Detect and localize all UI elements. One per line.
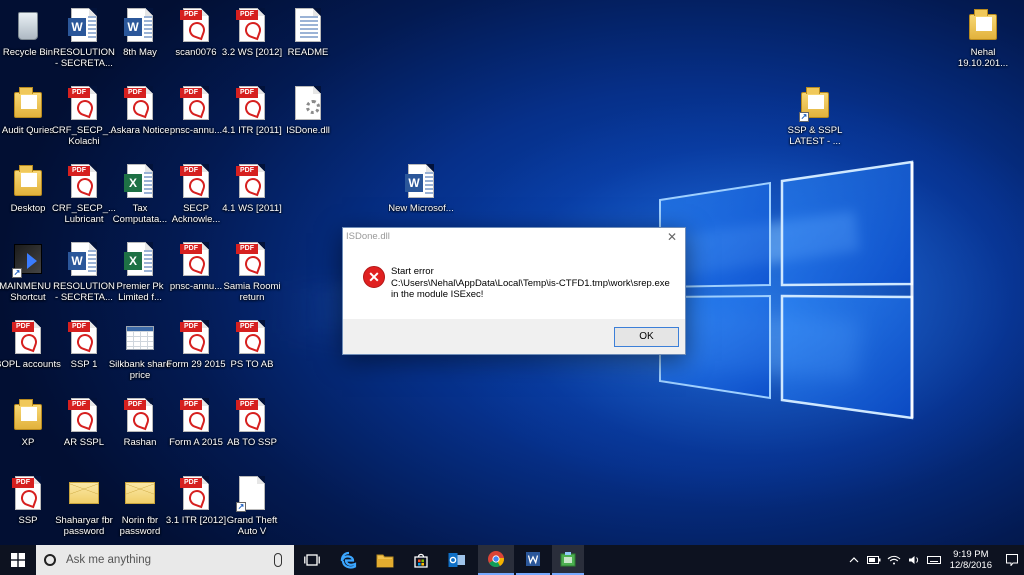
taskbar-app-outlook[interactable] [440,545,474,575]
excel-icon: X [124,174,142,192]
chrome-icon [488,551,504,568]
pdf-icon: PDF [236,10,258,20]
pdf-icon: PDF [124,400,146,410]
desktop-icon-ssp-sspl-latest[interactable]: ↗ SSP & SSPL LATEST - ... [782,82,848,156]
pdf-icon: PDF [180,88,202,98]
taskbar-app-word[interactable] [516,545,550,575]
pdf-icon: PDF [68,166,90,176]
start-button[interactable] [0,545,36,575]
dialog-footer: OK [343,319,685,354]
word-icon: W [405,174,423,192]
message-line: Start error [391,266,434,277]
shortcut-arrow-icon: ↗ [799,112,809,122]
pdf-icon: PDF [124,88,146,98]
battery-icon[interactable] [866,545,882,575]
folder-icon [969,9,997,40]
taskbar-app-store[interactable] [404,545,438,575]
cortana-search-box[interactable]: Ask me anything [36,545,294,575]
recycle-bin-icon [18,12,38,40]
windows-start-icon [11,553,25,567]
pdf-icon: PDF [236,88,258,98]
action-center-icon[interactable] [1004,545,1020,575]
pdf-icon: PDF [236,166,258,176]
desktop-icon-readme[interactable]: README [275,4,341,78]
clock-time: 9:19 PM [953,549,989,560]
error-dialog[interactable]: ISDone.dll ✕ ✕ Start error C:\Users\Neha… [342,227,686,355]
envelope-icon [69,482,99,504]
pdf-icon: PDF [68,88,90,98]
word-icon: W [68,252,86,270]
pdf-icon: PDF [236,322,258,332]
desktop-icon-nehal[interactable]: Nehal 19.10.201... [950,4,1016,78]
excel-icon: X [124,252,142,270]
task-view-icon [304,554,320,566]
close-icon[interactable]: ✕ [661,228,683,246]
pdf-icon: PDF [236,244,258,254]
pdf-icon: PDF [180,400,202,410]
desktop-icon-samia-roomi-return[interactable]: PDF Samia Roomi return [219,238,285,312]
message-line: C:\Users\Nehal\AppData\Local\Temp\is-CTF… [391,277,670,289]
desktop-icon-4-1-ws-2011[interactable]: PDF 4.1 WS [2011] [219,160,285,234]
system-tray: 9:19 PM 12/8/2016 [844,545,1024,575]
taskbar-app-file-explorer[interactable] [368,545,402,575]
pdf-icon: PDF [180,322,202,332]
microphone-icon[interactable] [274,553,282,567]
word-icon: W [68,18,86,36]
desktop-icon-isdone-dll[interactable]: ISDone.dll [275,82,341,156]
taskbar-app-installer[interactable] [552,545,584,575]
shortcut-arrow-icon: ↗ [236,502,246,512]
pdf-icon: PDF [12,478,34,488]
pdf-icon: PDF [180,244,202,254]
folder-icon [14,399,42,430]
pdf-icon: PDF [180,166,202,176]
ok-button[interactable]: OK [614,327,679,347]
folder-icon [14,87,42,118]
search-placeholder: Ask me anything [66,554,152,566]
store-bag-icon [414,553,428,568]
word-icon [526,552,540,566]
desktop-icon-grand-theft-auto-v[interactable]: ↗ Grand Theft Auto V [219,472,285,545]
spreadsheet-icon [126,326,154,350]
pdf-icon: PDF [180,10,202,20]
wifi-icon[interactable] [886,545,902,575]
envelope-icon [125,482,155,504]
keyboard-icon[interactable] [926,545,942,575]
edge-icon [340,551,357,569]
desktop-icon-ab-to-ssp[interactable]: PDF AB TO SSP [219,394,285,468]
shortcut-arrow-icon: ↗ [12,268,22,278]
dialog-message: Start error C:\Users\Nehal\AppData\Local… [391,266,681,301]
gear-icon [306,100,320,114]
desktop-icon-new-microsoft[interactable]: W New Microsof... [388,160,454,234]
taskbar-app-chrome[interactable] [478,545,514,575]
dialog-title: ISDone.dll [346,231,390,242]
taskbar: Ask me anything 9:19 PM 12/8/2016 [0,545,1024,575]
word-icon: W [124,18,142,36]
taskbar-clock[interactable]: 9:19 PM 12/8/2016 [950,549,992,571]
pdf-icon: PDF [68,322,90,332]
taskbar-app-edge[interactable] [332,545,366,575]
cortana-icon [44,554,56,566]
task-view-button[interactable] [296,545,328,575]
desktop-icon-ps-to-ab[interactable]: PDF PS TO AB [219,316,285,390]
folder-icon [14,165,42,196]
desktop[interactable]: Recycle Bin Audit Quries Desktop ↗ MAINM… [0,0,1024,545]
show-hidden-icons-chevron-up-icon[interactable] [846,545,862,575]
pdf-icon: PDF [236,400,258,410]
clock-date: 12/8/2016 [949,560,992,571]
volume-icon[interactable] [906,545,922,575]
pdf-icon: PDF [68,400,90,410]
pdf-icon: PDF [12,322,34,332]
outlook-icon [448,553,465,567]
message-line: in the module ISExec! [391,289,484,300]
error-icon: ✕ [363,266,385,288]
installer-icon [560,552,576,567]
folder-icon [376,554,394,568]
pdf-icon: PDF [180,478,202,488]
